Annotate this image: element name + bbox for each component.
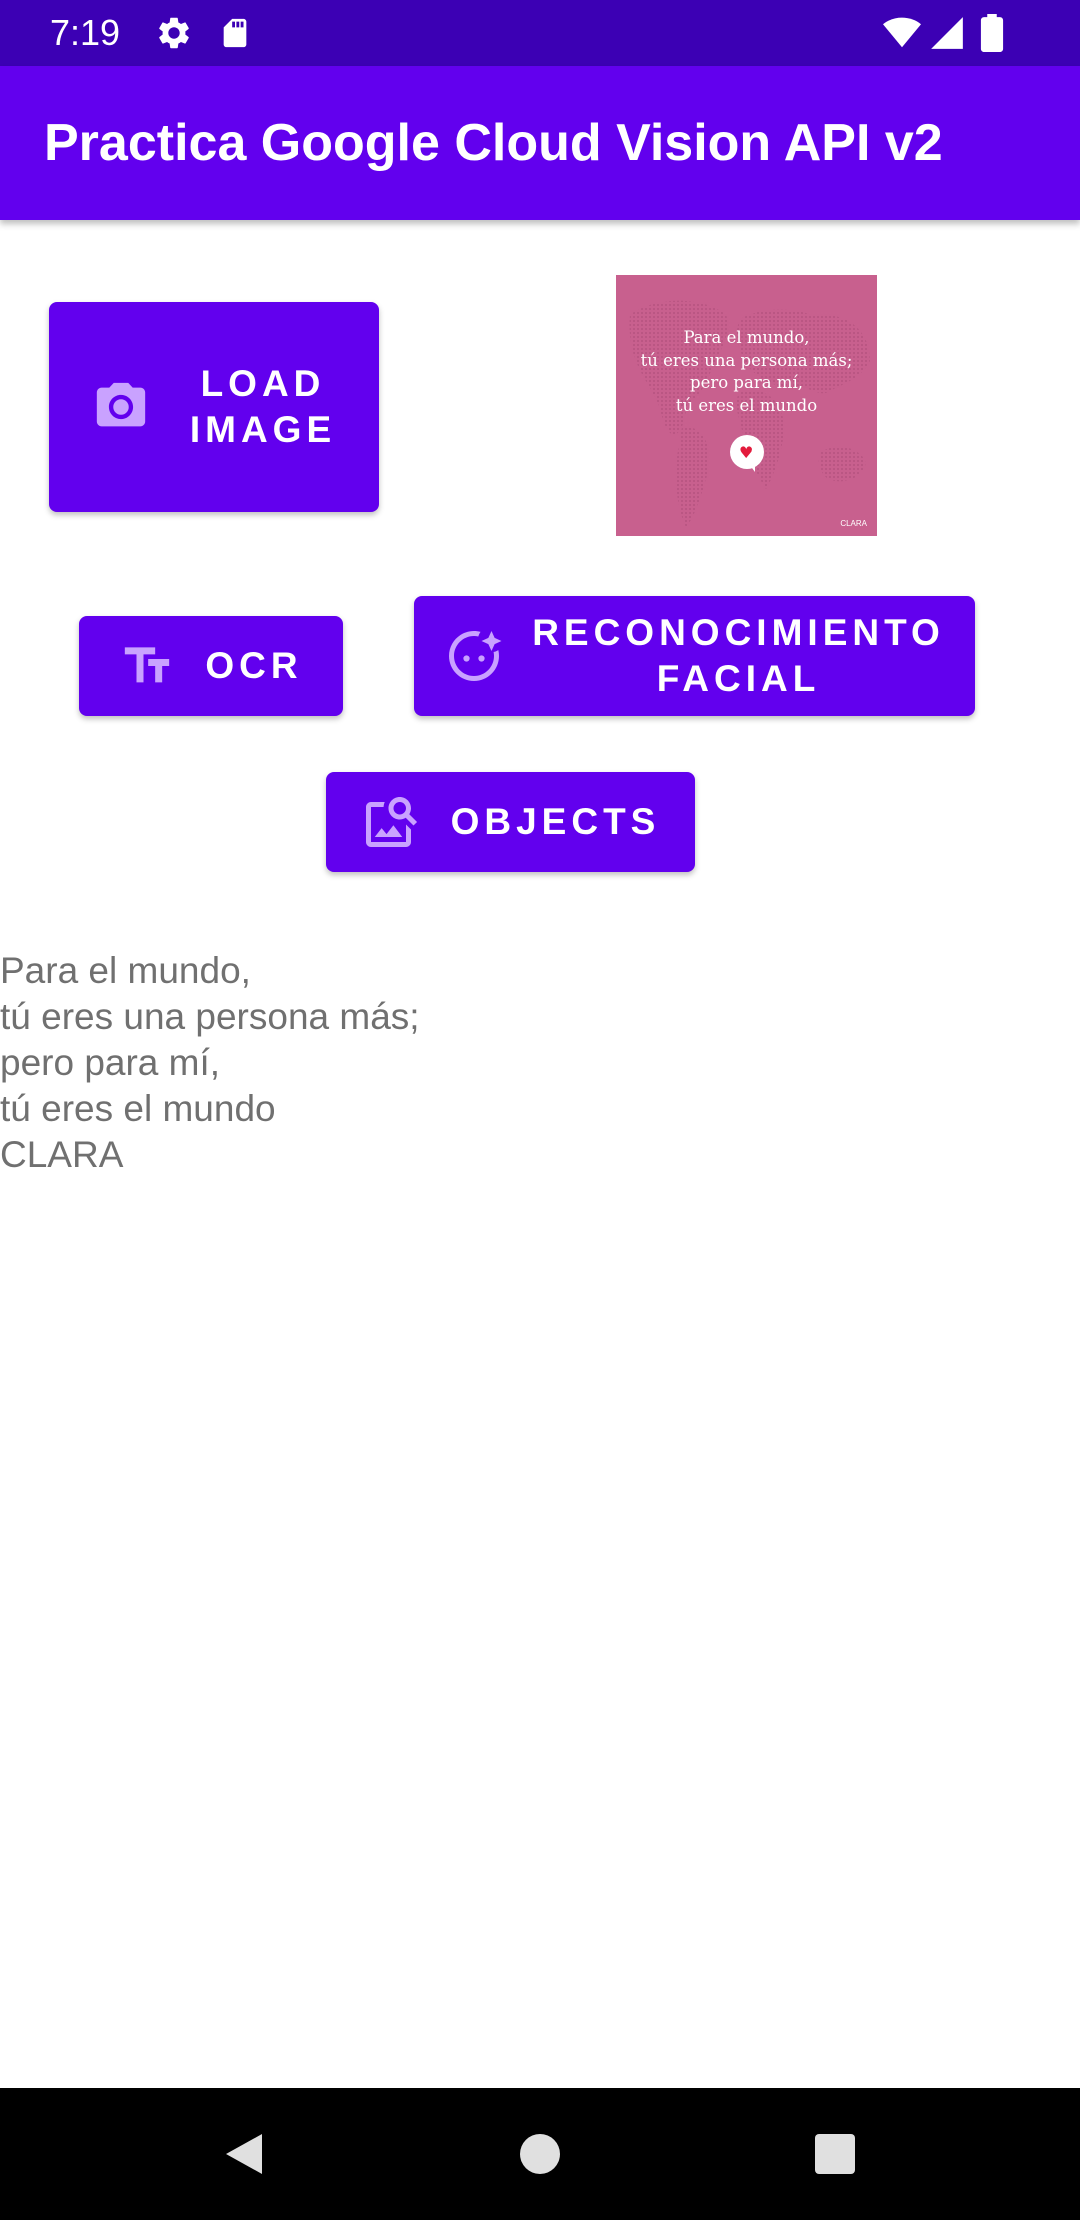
- objects-label: OBJECTS: [450, 801, 661, 842]
- back-icon[interactable]: [220, 2122, 268, 2190]
- text-fields-icon: [119, 638, 175, 694]
- facial-recognition-label: RECONOCIMIENTO FACIAL: [532, 612, 945, 699]
- image-search-icon: [361, 792, 421, 852]
- ocr-button[interactable]: OCR: [79, 616, 343, 716]
- result-line: Para el mundo,: [0, 950, 251, 991]
- status-bar: 7:19: [0, 0, 1080, 66]
- gear-icon: [155, 14, 193, 56]
- camera-icon: [92, 378, 150, 436]
- signal-icon: [928, 14, 966, 56]
- app-bar: Practica Google Cloud Vision API v2: [0, 66, 1080, 220]
- load-image-button[interactable]: LOAD IMAGE: [49, 302, 379, 512]
- objects-button[interactable]: OBJECTS: [326, 772, 695, 872]
- wifi-icon: [880, 14, 924, 56]
- facial-recognition-button[interactable]: RECONOCIMIENTO FACIAL: [414, 596, 975, 716]
- page-title: Practica Google Cloud Vision API v2: [44, 114, 943, 172]
- face-retouching-icon: [444, 626, 504, 686]
- result-text: Para el mundo, tú eres una persona más; …: [0, 948, 420, 1178]
- result-line: tú eres una persona más;: [0, 996, 420, 1037]
- brand-watermark: CLARA: [840, 519, 867, 528]
- result-line: tú eres el mundo: [0, 1088, 276, 1129]
- preview-image: Para el mundo, tú eres una persona más; …: [616, 275, 877, 536]
- ocr-label: OCR: [205, 645, 303, 686]
- preview-caption: Para el mundo, tú eres una persona más; …: [640, 328, 853, 415]
- recents-icon[interactable]: [811, 2122, 859, 2190]
- home-icon[interactable]: [516, 2122, 564, 2190]
- result-line: pero para mí,: [0, 1042, 221, 1083]
- result-line: CLARA: [0, 1134, 124, 1175]
- load-image-label: LOAD IMAGE: [189, 363, 337, 450]
- sd-card-icon: [218, 14, 252, 56]
- battery-icon: [980, 14, 1004, 56]
- status-time: 7:19: [50, 12, 121, 53]
- heart-icon: ♥: [739, 443, 754, 462]
- navigation-bar: [0, 2088, 1080, 2220]
